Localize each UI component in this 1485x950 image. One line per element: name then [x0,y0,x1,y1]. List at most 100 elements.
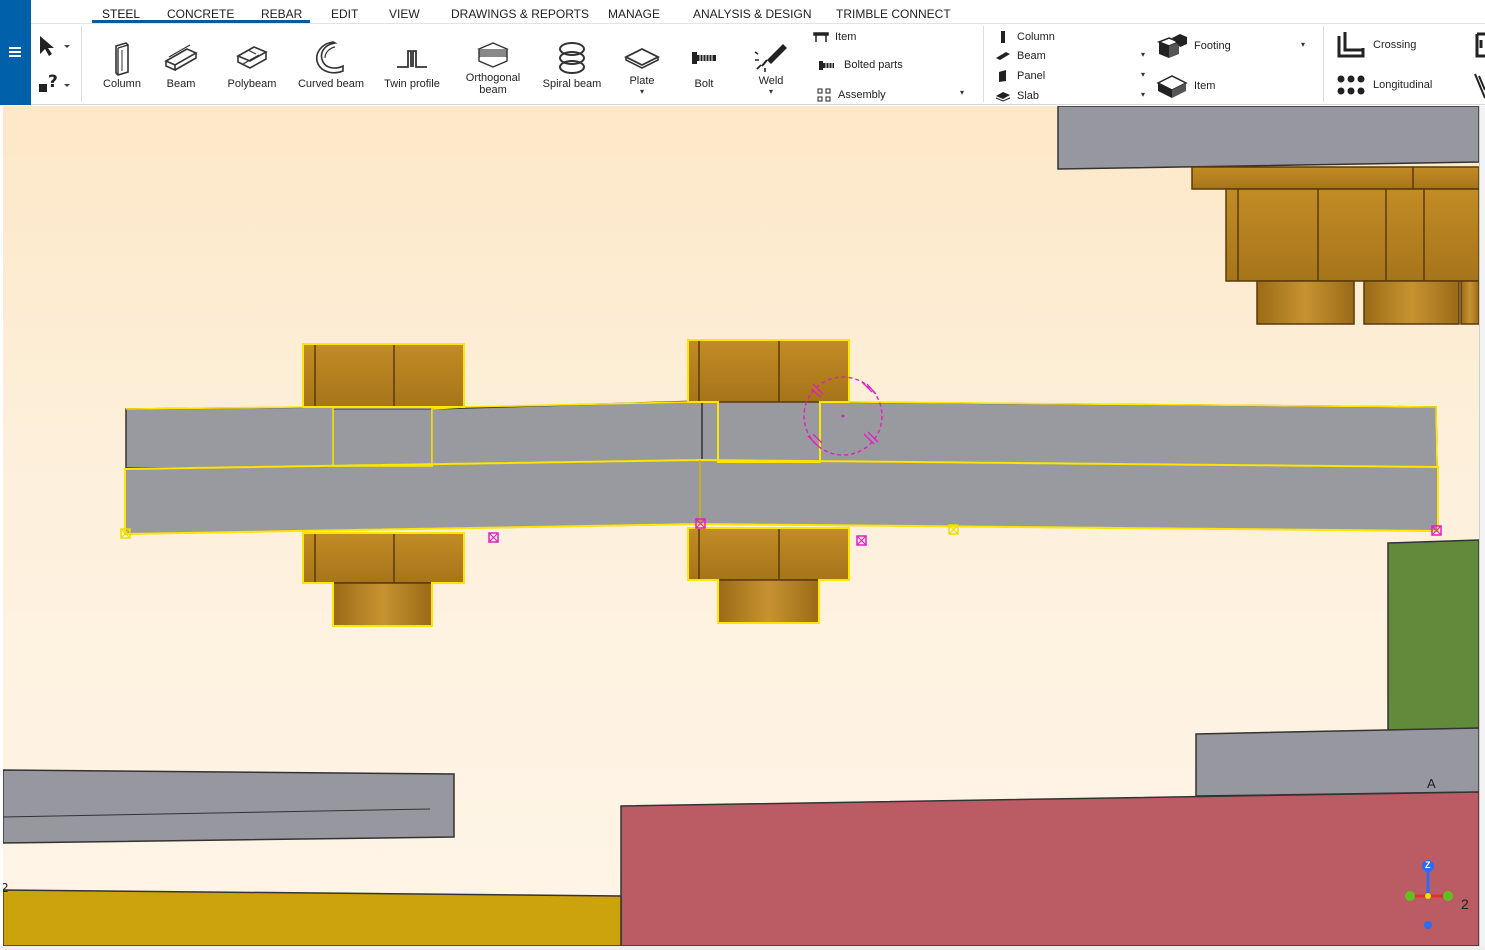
ribbon: ? Column Beam Polybeam Curved beam Twin … [31,24,1485,105]
panel-dropdown-caret[interactable]: ▾ [1141,70,1145,79]
tab-rebar[interactable]: REBAR [261,7,302,21]
footing-dropdown-caret[interactable]: ▾ [1301,40,1305,49]
active-tab-indicator [92,20,310,23]
crossing-icon [1335,30,1367,60]
concrete-item-row[interactable]: Item [1156,72,1215,100]
plate-dropdown-caret[interactable]: ▾ [619,87,665,96]
bolt-button[interactable]: Bolt [683,38,725,90]
curved-beam-label: Curved beam [297,78,365,90]
beam-icon [159,38,203,78]
column-button[interactable]: Column [93,38,151,90]
item-icon [813,30,829,44]
tab-manage[interactable]: MANAGE [608,7,660,21]
concrete-beam-dropdown-caret[interactable]: ▾ [1141,50,1145,59]
yellow-ground-slab[interactable] [3,889,622,946]
polybeam-label: Polybeam [227,78,277,90]
weld-dropdown-caret[interactable]: ▾ [749,87,793,96]
assembly-label: Assembly [838,89,886,101]
tab-drawings-reports[interactable]: DRAWINGS & REPORTS [451,7,589,21]
crossing-label: Crossing [1373,39,1417,51]
tab-concrete[interactable]: CONCRETE [167,7,234,21]
polybeam-button[interactable]: Polybeam [223,38,281,90]
assembly-row[interactable]: Assembly [816,88,886,102]
curved-beam-icon [295,38,367,78]
bolted-parts-icon [818,58,834,72]
concrete-column-row[interactable]: Column [995,30,1055,44]
red-concrete-block[interactable] [620,791,1479,946]
concrete-beam-icon [995,49,1011,63]
timber-block-upper-left[interactable] [302,343,465,408]
weld-button[interactable]: Weld ▾ [749,36,793,96]
twin-profile-button[interactable]: Twin profile [379,38,445,90]
bolt-label: Bolt [694,78,714,90]
orthogonal-beam-icon [457,38,529,72]
pointer-arrow-icon [40,36,70,56]
svg-text:?: ? [48,72,58,92]
snap-question-icon: ? [39,72,70,92]
footing-row[interactable]: Footing [1156,32,1231,60]
bolted-parts-row[interactable]: Bolted parts [818,58,903,72]
assembly-icon [816,88,832,102]
beam-label: Beam [166,78,196,90]
component-item-row[interactable]: Item [813,30,856,44]
concrete-item-label: Item [1194,80,1216,92]
longitudinal-icon [1335,72,1367,98]
viewport-right-scrollbar[interactable] [1479,106,1485,950]
timber-block-lower-left[interactable] [302,532,465,627]
tab-trimble-connect[interactable]: TRIMBLE CONNECT [836,7,951,21]
concrete-beam-row[interactable]: Beam [995,49,1046,63]
grey-beam-lower-left[interactable] [3,769,455,844]
longitudinal-row[interactable]: Longitudinal [1335,72,1432,98]
bolt-icon [683,38,725,78]
weld-label: Weld [758,75,784,87]
timber-block-lower-middle[interactable] [687,527,850,624]
grid-label-side: 2 [3,880,9,895]
top-right-structure[interactable] [1057,106,1479,325]
panel-row[interactable]: Panel [995,69,1045,83]
plate-label: Plate [629,75,655,87]
app-menu-strip [0,0,31,105]
tab-steel[interactable]: STEEL [102,7,140,21]
spiral-beam-button[interactable]: Spiral beam [539,38,605,90]
component-dropdown-caret[interactable]: ▾ [960,88,964,97]
panel-icon [995,69,1011,83]
handle-3[interactable] [856,535,867,546]
grey-slab-right[interactable] [1195,727,1479,797]
snap-tool[interactable]: ? [37,72,73,101]
spiral-beam-label: Spiral beam [542,78,602,90]
hamburger-icon[interactable] [9,47,21,57]
tab-view[interactable]: VIEW [389,7,420,21]
selected-upper-beam[interactable] [125,400,1438,469]
axis-label: 2 [1461,896,1469,912]
weld-icon [749,36,793,75]
bolted-parts-label: Bolted parts [844,59,903,71]
curved-beam-button[interactable]: Curved beam [295,38,367,90]
slab-dropdown-caret[interactable]: ▾ [1141,90,1145,99]
polybeam-icon [223,38,281,78]
handle-1[interactable] [488,532,499,543]
slab-row[interactable]: Slab [995,89,1039,103]
twin-profile-label: Twin profile [384,78,440,90]
tab-edit[interactable]: EDIT [331,7,358,21]
more-ribbon-overflow[interactable] [1471,26,1485,102]
slab-label: Slab [1017,90,1040,102]
model-viewport[interactable]: A 2 2 Z [3,106,1479,946]
plate-icon [619,38,665,75]
plate-button[interactable]: Plate ▾ [619,38,665,96]
panel-label: Panel [1017,70,1046,82]
longitudinal-label: Longitudinal [1373,79,1433,91]
concrete-beam-label: Beam [1017,50,1046,62]
orthogonal-beam-button[interactable]: Orthogonal beam [457,38,529,96]
selected-main-beam[interactable] [124,458,1439,536]
column-icon [93,38,151,78]
beam-button[interactable]: Beam [159,38,203,90]
tab-analysis-design[interactable]: ANALYSIS & DESIGN [693,7,811,21]
viewport-bottom-edge [0,946,1485,950]
select-tool[interactable] [37,34,73,61]
concrete-item-icon [1156,72,1188,100]
spiral-beam-icon [539,38,605,78]
green-footing[interactable] [1387,539,1479,731]
crossing-row[interactable]: Crossing [1335,30,1416,60]
model-scene[interactable] [3,106,1479,946]
twin-profile-icon [379,38,445,78]
